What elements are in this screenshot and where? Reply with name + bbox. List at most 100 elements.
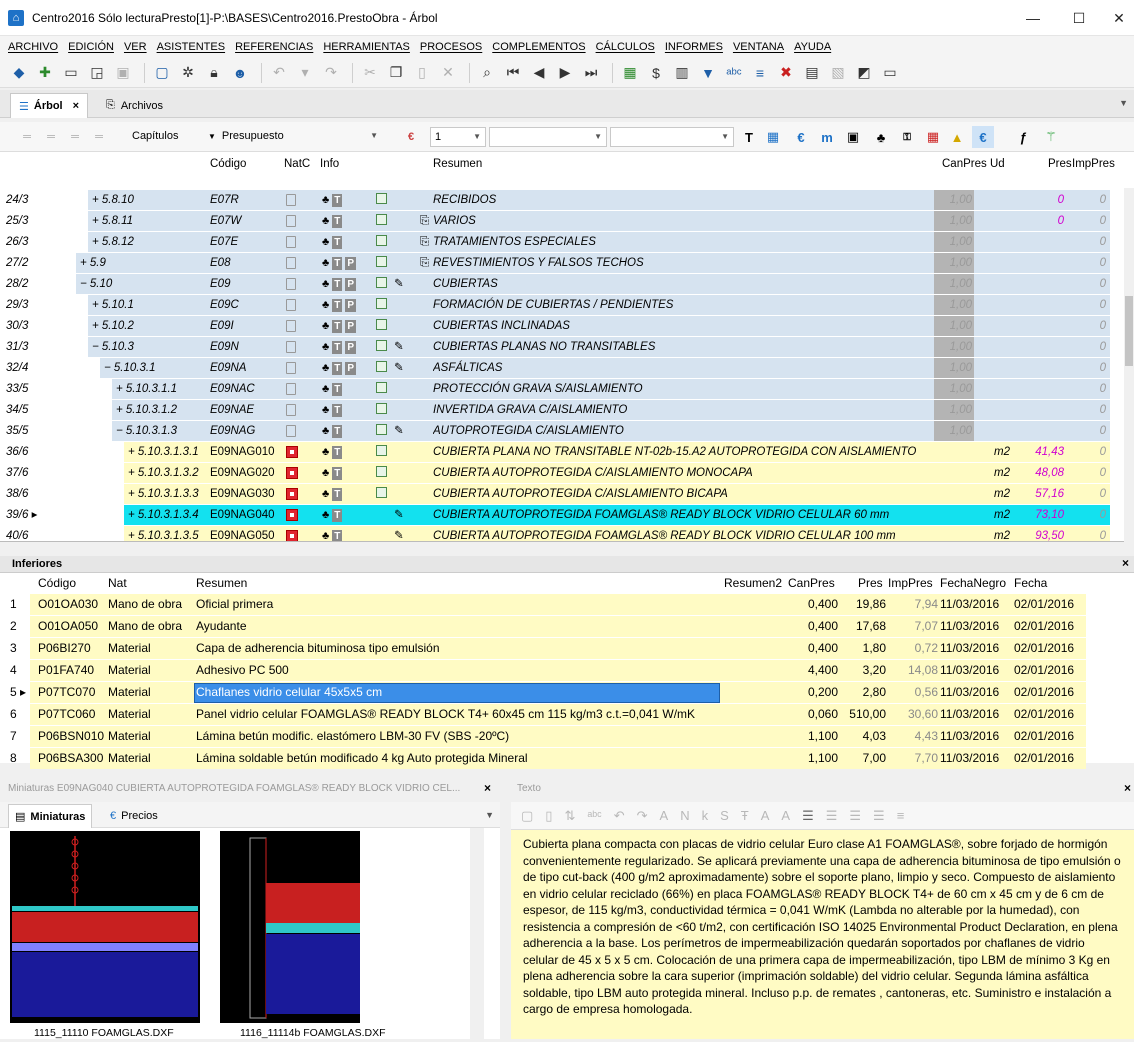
inf-row-resumen[interactable]: Ayudante: [196, 616, 720, 637]
texto-close-icon[interactable]: ×: [1124, 781, 1131, 795]
user-icon[interactable]: ☻: [229, 62, 251, 84]
menu-item[interactable]: ASISTENTES: [157, 41, 225, 53]
field-select[interactable]: ▼: [489, 127, 607, 147]
table-icon[interactable]: ▦: [762, 126, 784, 148]
level-label[interactable]: Capítulos: [132, 130, 178, 142]
tab-precios[interactable]: € Precios: [104, 804, 164, 828]
tree-row[interactable]: 30/3 + 5.10.2 E09I ♣ T P CUBIERTAS INCLINADAS 1…: [0, 316, 1110, 337]
redo-icon[interactable]: ↷: [320, 62, 342, 84]
cut-icon[interactable]: ✂: [359, 62, 381, 84]
window-icon[interactable]: ▧: [827, 62, 849, 84]
euro-filter-icon[interactable]: €: [400, 126, 422, 148]
menu-item[interactable]: VER: [124, 41, 147, 53]
align-right-icon[interactable]: ☰: [849, 808, 861, 824]
tree-row[interactable]: 29/3 + 5.10.1 E09C ♣ T P FORMACIÓN DE CUBIERTA…: [0, 295, 1110, 316]
col-ud[interactable]: Ud: [990, 152, 1005, 190]
inferiores-row[interactable]: 5 ▸ P07TC070 Material Chaflanes vidrio celu…: [0, 682, 1134, 704]
minimize-button[interactable]: —: [1010, 0, 1056, 36]
tabs-dropdown-icon[interactable]: ▼: [1119, 98, 1128, 108]
inferiores-row[interactable]: 2 O01OA050 Mano de obra Ayudante 0,400 17,68 7…: [0, 616, 1134, 638]
close-button[interactable]: ✕: [1096, 0, 1134, 36]
tab-archivos[interactable]: ⎘ Archivos: [98, 93, 171, 118]
text-icon[interactable]: T: [738, 126, 760, 148]
presto-icon[interactable]: ◆: [8, 62, 30, 84]
tree-row[interactable]: 36/6 + 5.10.3.1.3.1 E09NAG010 ♣ T CUBIERTA PL…: [0, 442, 1110, 463]
inferiores-row[interactable]: 3 P06BI270 Material Capa de adherencia bitu…: [0, 638, 1134, 660]
undo-icon[interactable]: ↶: [614, 808, 625, 824]
tab-arbol[interactable]: ☰ Árbol ×: [10, 93, 89, 118]
sort-icon[interactable]: ⇅: [564, 808, 575, 824]
highlight-icon[interactable]: A: [781, 808, 790, 823]
value-select[interactable]: ▼: [610, 127, 734, 147]
justify-icon[interactable]: ☰: [873, 808, 885, 824]
chart-icon[interactable]: ▥: [671, 62, 693, 84]
excel-icon[interactable]: ▦: [619, 62, 641, 84]
align-center-icon[interactable]: ☰: [826, 808, 838, 824]
view-select[interactable]: ▼ Presupuesto ▼: [204, 127, 378, 147]
document-icon[interactable]: ▢: [151, 62, 173, 84]
delete-icon[interactable]: ✕: [437, 62, 459, 84]
mintabs-dropdown-icon[interactable]: ▼: [485, 810, 494, 820]
tree-row[interactable]: 37/6 + 5.10.3.1.3.2 E09NAG020 ♣ T CUBIERTA AU…: [0, 463, 1110, 484]
wand-icon[interactable]: ⚚: [1040, 126, 1062, 148]
menu-item[interactable]: ARCHIVO: [8, 41, 58, 53]
open-recent-icon[interactable]: ◲: [86, 62, 108, 84]
col-natc[interactable]: NatC: [284, 152, 310, 190]
font-size-icon[interactable]: A: [660, 808, 669, 823]
clear-filter-icon[interactable]: ✖: [775, 62, 797, 84]
inf-col-nat[interactable]: Nat: [108, 573, 127, 593]
col-info[interactable]: Info: [320, 152, 339, 190]
tab-close-icon[interactable]: ×: [73, 100, 79, 112]
currency-icon[interactable]: $: [645, 62, 667, 84]
tree-row[interactable]: 31/3− 5.10.3 E09N ♣ T P ✎ CUBIERTAS PLANAS NO …: [0, 337, 1110, 358]
inf-row-resumen[interactable]: Capa de adherencia bituminosa tipo emuls…: [196, 638, 720, 659]
spellcheck-icon[interactable]: ᵃᵇᶜ: [723, 62, 745, 84]
tree-row[interactable]: 33/5 + 5.10.3.1.1 E09NAC ♣ T PROTECCIÓN GRAVA…: [0, 379, 1110, 400]
grid-icon[interactable]: ▦: [922, 126, 944, 148]
menu-item[interactable]: HERRAMIENTAS: [323, 41, 410, 53]
inf-row-resumen[interactable]: Oficial primera: [196, 594, 720, 615]
inferiores-row[interactable]: 8 P06BSA300 Material Lámina soldable betún …: [0, 748, 1134, 770]
inf-row-resumen[interactable]: Panel vidrio celular FOAMGLAS® READY BLO…: [196, 704, 720, 725]
col-imppres[interactable]: ImpPres: [1072, 152, 1115, 190]
number-select[interactable]: 1 ▼: [430, 127, 486, 147]
next-icon[interactable]: ▶: [554, 62, 576, 84]
expand-all-icon[interactable]: ═: [88, 126, 110, 148]
col-canpres[interactable]: CanPres: [942, 152, 987, 190]
align-left-icon[interactable]: ☰: [802, 808, 814, 824]
tree-row[interactable]: 34/5 + 5.10.3.1.2 E09NAE ♣ T INVERTIDA GRAVA …: [0, 400, 1110, 421]
filter-down-icon[interactable]: ▼: [697, 62, 719, 84]
inferiores-row[interactable]: 6 P07TC060 Material Panel vidrio celular FO…: [0, 704, 1134, 726]
euro-column-icon[interactable]: €: [790, 126, 812, 148]
inf-row-resumen[interactable]: Lámina betún modific. elastómero LBM-30 …: [196, 726, 720, 747]
redo-icon[interactable]: ↷: [637, 808, 648, 824]
menu-item[interactable]: COMPLEMENTOS: [492, 41, 585, 53]
tree-row[interactable]: 40/6 + 5.10.3.1.3.5 E09NAG050 ♣ T ✎ CUBIERTA A…: [0, 526, 1110, 541]
tree-row[interactable]: 32/4− 5.10.3.1 E09NA ♣ T P ✎ ASFÁLTICAS 1,00 0: [0, 358, 1110, 379]
inf-col-canpres[interactable]: CanPres: [788, 573, 835, 593]
inf-col-codigo[interactable]: Código: [38, 573, 76, 593]
key-icon[interactable]: ⚿: [896, 126, 918, 148]
inf-col-resumen[interactable]: Resumen: [196, 573, 247, 593]
font-color-icon[interactable]: A: [761, 808, 770, 823]
inferiores-close-icon[interactable]: ×: [1122, 556, 1129, 570]
italic-icon[interactable]: k: [702, 808, 709, 823]
tree-row[interactable]: 25/3 + 5.8.11 E07W ♣ T ⎘ VARIOS 1,00 0 0: [0, 211, 1110, 232]
previous-icon[interactable]: ◀: [528, 62, 550, 84]
tree-row[interactable]: 26/3 + 5.8.12 E07E ♣ T ⎘ TRATAMIENTOS ESPECIAL…: [0, 232, 1110, 253]
function-icon[interactable]: ƒ: [1012, 126, 1034, 148]
menu-item[interactable]: EDICIÓN: [68, 41, 114, 53]
save-icon[interactable]: ▣: [112, 62, 134, 84]
calculator-icon[interactable]: ▤: [801, 62, 823, 84]
tree-row[interactable]: 35/5− 5.10.3.1.3 E09NAG ♣ T ✎ AUTOPROTEGIDA C…: [0, 421, 1110, 442]
open-folder-icon[interactable]: ▭: [60, 62, 82, 84]
tree-row[interactable]: 39/6 ▸ + 5.10.3.1.3.4 E09NAG040 ♣ T ✎ CUBIERTA…: [0, 505, 1110, 526]
strikethrough-icon[interactable]: Ŧ: [741, 808, 749, 823]
new-icon[interactable]: ✚: [34, 62, 56, 84]
tree-row[interactable]: 28/2− 5.10 E09 ♣ T P ✎ CUBIERTAS 1,00 0: [0, 274, 1110, 295]
spellcheck-icon[interactable]: ᵃᵇᶜ: [587, 808, 601, 823]
inferiores-row[interactable]: 4 P01FA740 Material Adhesivo PC 500 4,400 3,2…: [0, 660, 1134, 682]
hierarchy-icon[interactable]: ♣: [870, 126, 892, 148]
texto-body[interactable]: Cubierta plana compacta con placas de vi…: [511, 830, 1134, 1039]
inf-col-fecha[interactable]: Fecha: [1014, 573, 1047, 593]
